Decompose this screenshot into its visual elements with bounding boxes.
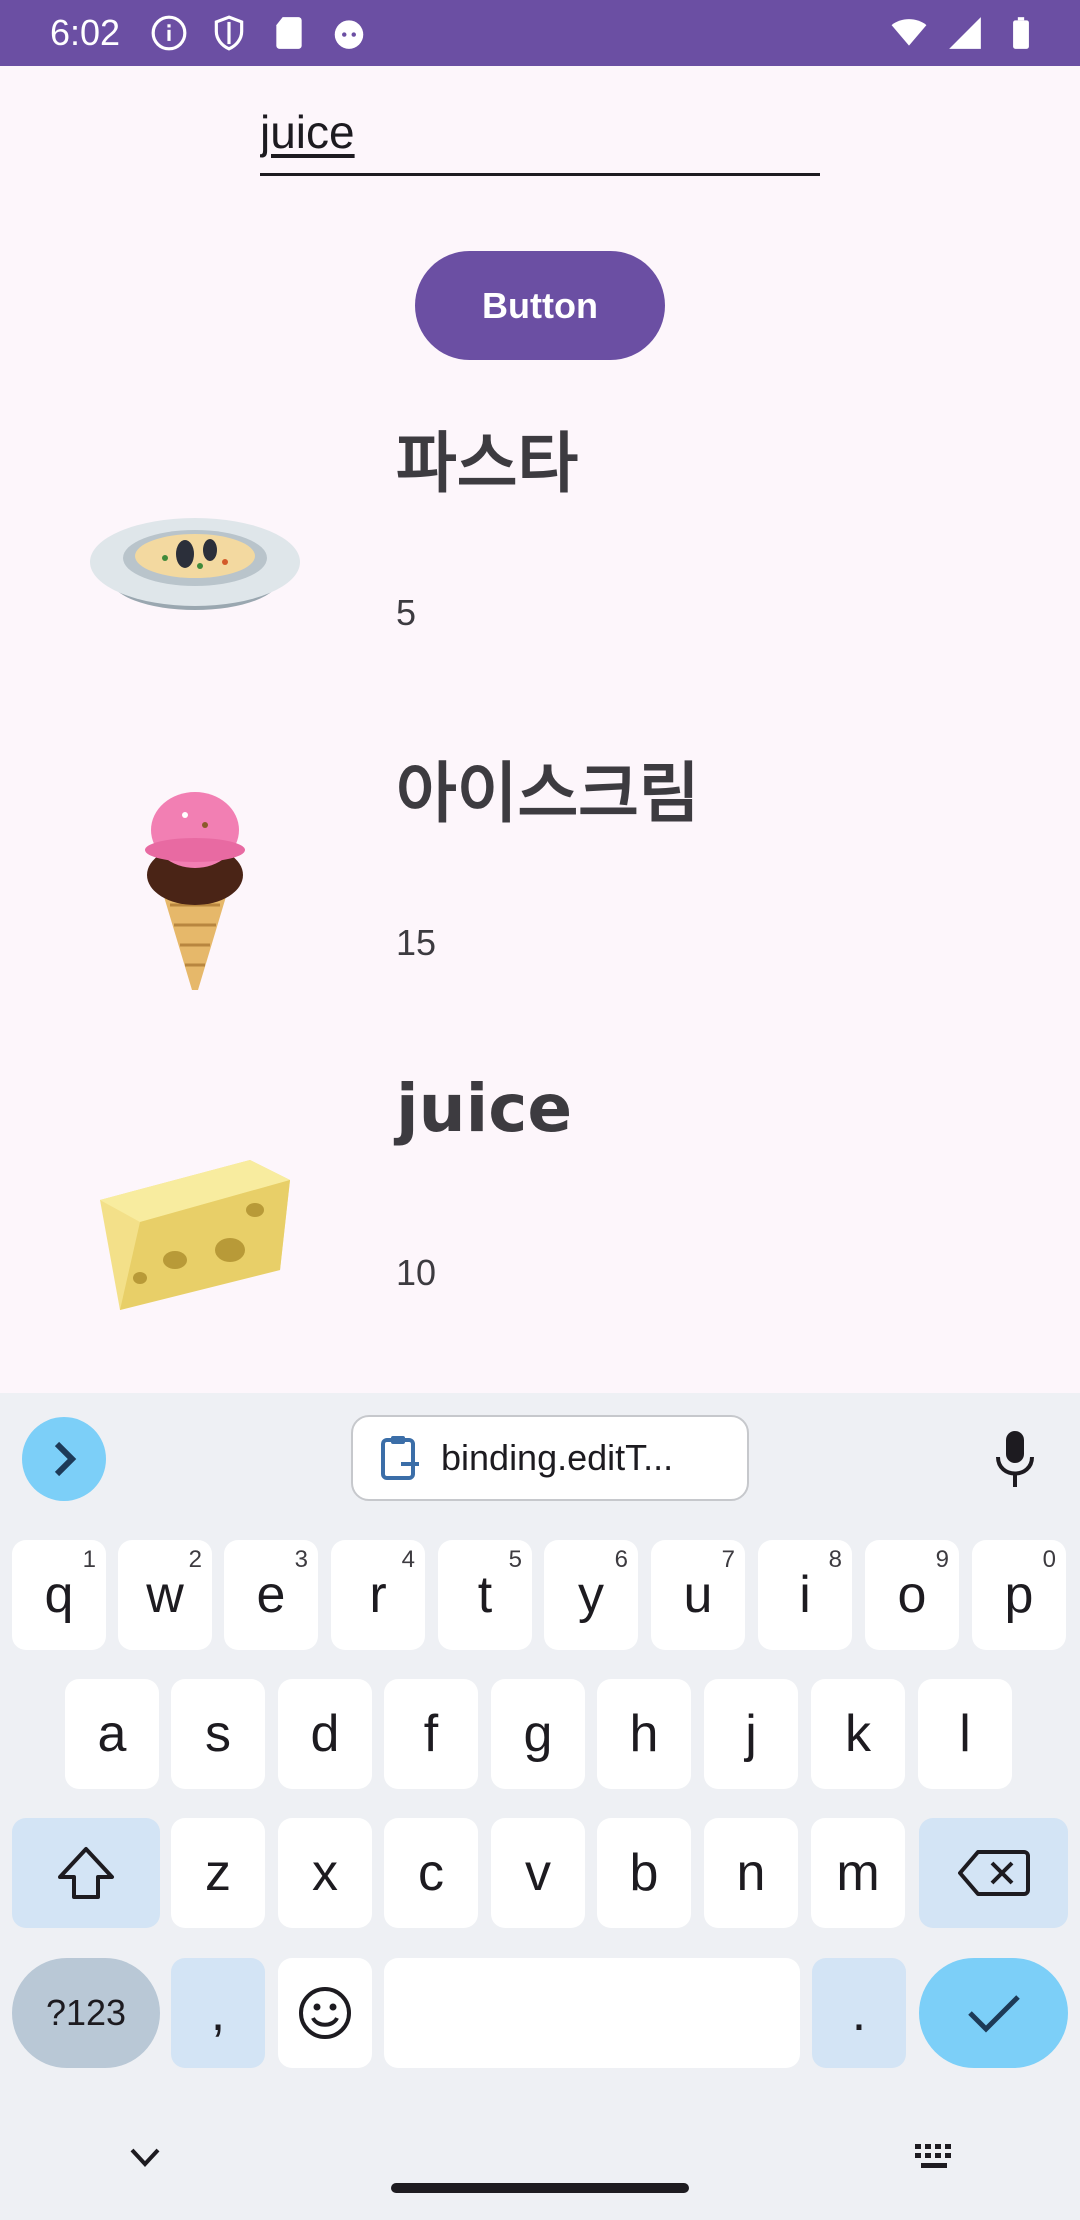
key-i[interactable]: i8 (758, 1540, 852, 1650)
space-key[interactable] (384, 1958, 800, 2068)
key-j[interactable]: j (704, 1679, 798, 1789)
key-t[interactable]: t5 (438, 1540, 532, 1650)
key-l[interactable]: l (918, 1679, 1012, 1789)
item-count: 5 (396, 592, 417, 633)
item-name: juice (396, 1070, 573, 1147)
cheese-image (100, 1160, 290, 1310)
microphone-icon[interactable] (990, 1429, 1040, 1489)
key-e[interactable]: e3 (224, 1540, 318, 1650)
battery-icon (1013, 17, 1029, 49)
key-b[interactable]: b (597, 1818, 691, 1928)
backspace-key[interactable] (919, 1818, 1068, 1928)
keyboard-switch-icon[interactable] (913, 2142, 957, 2172)
key-s[interactable]: s (171, 1679, 265, 1789)
key-w[interactable]: w2 (118, 1540, 212, 1650)
clipboard-text: binding.editT... (441, 1437, 674, 1478)
key-r[interactable]: r4 (331, 1540, 425, 1650)
emoji-icon (299, 1987, 351, 2039)
sd-card-icon (276, 17, 302, 49)
key-u[interactable]: u7 (651, 1540, 745, 1650)
keyboard: binding.editT... q1 w2 e3 r4 t5 y6 u7 i8… (0, 1393, 1080, 2220)
key-z[interactable]: z (171, 1818, 265, 1928)
key-v[interactable]: v (491, 1818, 585, 1928)
backspace-icon (957, 1850, 1030, 1896)
signal-icon (949, 17, 981, 49)
key-o[interactable]: o9 (865, 1540, 959, 1650)
shift-key[interactable] (12, 1818, 160, 1928)
list-item[interactable]: 아이스크림 15 (0, 740, 1080, 1070)
item-count: 10 (396, 1252, 437, 1293)
list-item[interactable]: 파스타 5 (0, 410, 1080, 740)
shield-icon (214, 15, 244, 51)
navigation-bar (0, 2110, 1080, 2220)
comma-key[interactable]: , (171, 1958, 265, 2068)
checkmark-icon (967, 1995, 1020, 2033)
key-d[interactable]: d (278, 1679, 372, 1789)
key-a[interactable]: a (65, 1679, 159, 1789)
key-m[interactable]: m (811, 1818, 905, 1928)
key-y[interactable]: y6 (544, 1540, 638, 1650)
search-field[interactable] (260, 96, 820, 176)
item-name: 파스타 (396, 425, 579, 502)
pasta-bowl-image (90, 518, 300, 610)
key-n[interactable]: n (704, 1818, 798, 1928)
clipboard-suggestion[interactable]: binding.editT... (351, 1415, 749, 1501)
key-p[interactable]: p0 (972, 1540, 1066, 1650)
symbols-key[interactable]: ?123 (12, 1958, 160, 2068)
key-g[interactable]: g (491, 1679, 585, 1789)
enter-key[interactable] (919, 1958, 1068, 2068)
key-x[interactable]: x (278, 1818, 372, 1928)
item-count: 15 (396, 922, 437, 963)
key-q[interactable]: q1 (12, 1540, 106, 1650)
wifi-icon (891, 19, 927, 46)
status-bar: 6:02 (0, 0, 1080, 66)
status-time: 6:02 (50, 12, 121, 53)
shift-icon (58, 1847, 114, 1899)
keyboard-toolbar: binding.editT... (0, 1393, 1080, 1523)
gesture-bar[interactable] (391, 2183, 689, 2193)
expand-toolbar-button[interactable] (22, 1417, 106, 1501)
cat-icon (334, 20, 364, 49)
list-item[interactable]: juice 10 (0, 1070, 1080, 1400)
period-key[interactable]: . (812, 1958, 906, 2068)
emoji-key[interactable] (278, 1958, 372, 2068)
clipboard-icon (381, 1436, 419, 1480)
chevron-right-icon (54, 1441, 77, 1477)
ice-cream-image (145, 792, 245, 990)
item-name: 아이스크림 (396, 755, 700, 832)
key-c[interactable]: c (384, 1818, 478, 1928)
key-k[interactable]: k (811, 1679, 905, 1789)
search-input[interactable] (260, 96, 820, 168)
info-icon (151, 15, 187, 51)
chevron-down-icon[interactable] (128, 2146, 162, 2170)
key-f[interactable]: f (384, 1679, 478, 1789)
main-button[interactable]: Button (415, 251, 665, 360)
key-h[interactable]: h (597, 1679, 691, 1789)
